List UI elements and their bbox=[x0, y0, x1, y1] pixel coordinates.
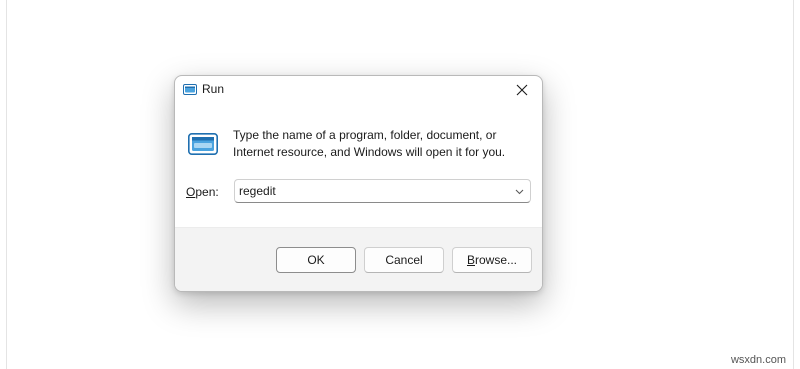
page-left-edge bbox=[6, 0, 7, 369]
run-icon bbox=[188, 133, 218, 155]
run-description: Type the name of a program, folder, docu… bbox=[233, 128, 506, 159]
run-dialog: Run Type the name of a program, folder, … bbox=[174, 75, 543, 292]
button-bar: OK Cancel Browse... bbox=[175, 227, 542, 291]
open-label-text: pen: bbox=[195, 185, 219, 199]
open-label-accelerator: O bbox=[186, 185, 196, 199]
open-combobox[interactable] bbox=[234, 179, 531, 203]
run-icon bbox=[183, 84, 197, 95]
close-icon bbox=[516, 84, 528, 96]
chevron-down-icon[interactable] bbox=[515, 187, 524, 196]
cancel-button[interactable]: Cancel bbox=[364, 247, 444, 273]
ok-button[interactable]: OK bbox=[276, 247, 356, 273]
title-bar[interactable]: Run bbox=[175, 76, 542, 104]
open-input[interactable] bbox=[235, 180, 505, 202]
browse-button[interactable]: Browse... bbox=[452, 247, 532, 273]
dialog-title: Run bbox=[202, 82, 225, 96]
watermark: wsxdn.com bbox=[730, 354, 786, 366]
page-right-edge bbox=[793, 0, 794, 369]
browse-accelerator: B bbox=[466, 253, 475, 267]
browse-label: rowse... bbox=[475, 253, 518, 267]
close-button[interactable] bbox=[502, 76, 542, 104]
open-label: Open: bbox=[186, 185, 219, 199]
